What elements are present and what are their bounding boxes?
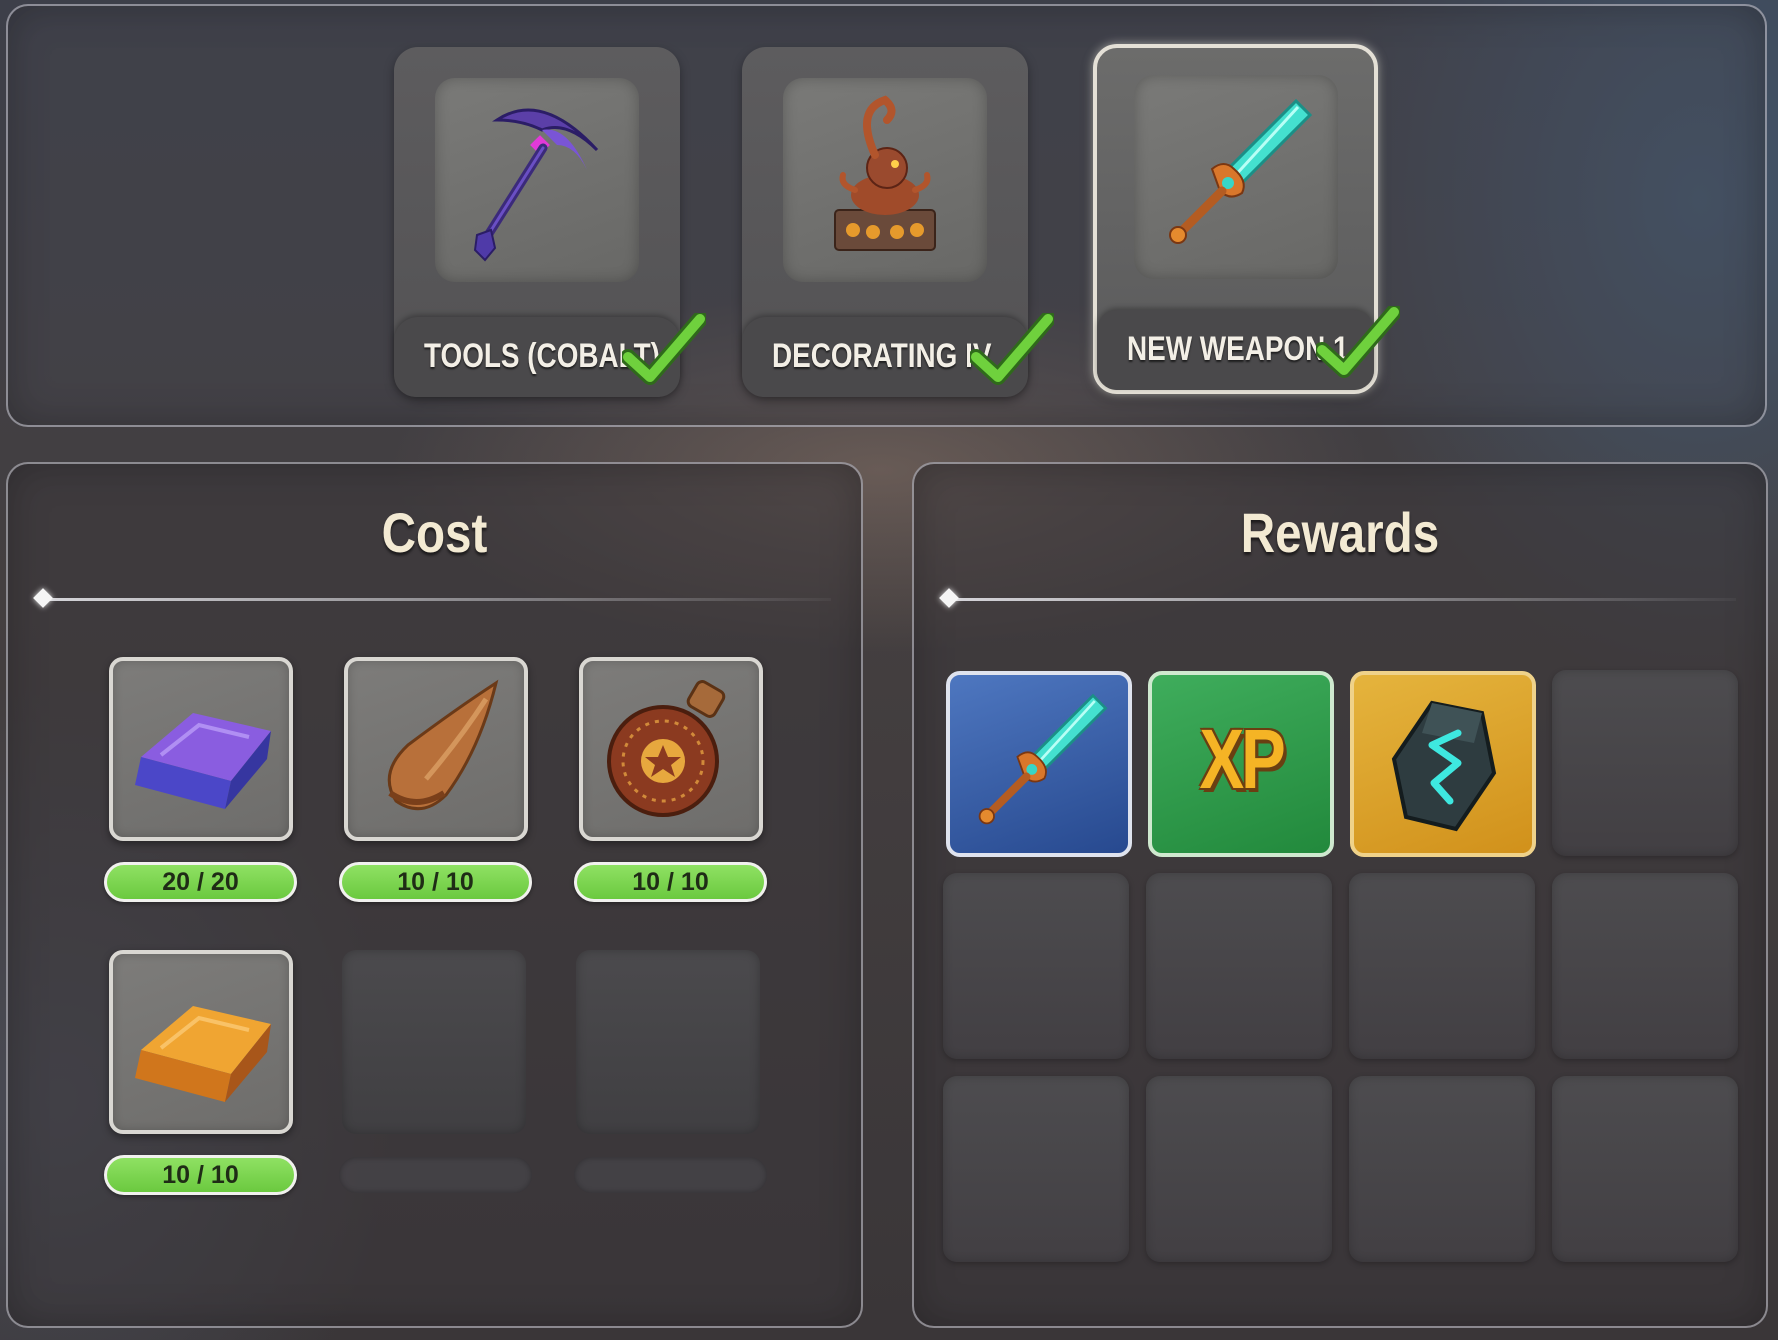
checkmark-icon <box>622 313 706 385</box>
diamond-icon <box>33 588 53 608</box>
recipe-icon-box <box>435 78 639 282</box>
recipe-card-decorating-iv[interactable]: DECORATING IV <box>742 47 1054 397</box>
recipe-selector-panel: TOOLS (COBALT) DECORATING IV NEW WEAPON … <box>6 4 1767 427</box>
cost-count: 10 / 10 <box>339 862 532 902</box>
recipe-card-new-weapon-1[interactable]: NEW WEAPON 1 <box>1093 44 1400 394</box>
cobalt-bar-icon <box>135 713 271 809</box>
checkmark-icon <box>970 313 1054 385</box>
reward-slot-empty <box>1552 670 1738 856</box>
reward-slot-empty <box>943 1076 1129 1262</box>
recipe-icon-box <box>1134 75 1338 279</box>
cost-slot-empty <box>342 950 526 1134</box>
section-divider <box>939 588 1736 608</box>
reward-slot-empty <box>1552 873 1738 1059</box>
reward-slot-empty <box>1349 873 1535 1059</box>
rewards-title: Rewards <box>1240 501 1440 564</box>
sword-icon <box>1169 98 1313 244</box>
checkmark-icon <box>1316 306 1400 378</box>
horn-icon <box>387 679 499 811</box>
diamond-icon <box>939 588 959 608</box>
scorpion-statue-icon <box>834 95 936 251</box>
cost-title: Cost <box>381 501 488 564</box>
xp-icon: XP <box>1199 712 1285 806</box>
cost-slot-copper-bar[interactable] <box>109 950 293 1134</box>
reward-slot-xp[interactable]: XP <box>1148 671 1334 857</box>
cost-slot-horn[interactable] <box>344 657 528 841</box>
reward-slot-empty <box>943 873 1129 1059</box>
recipe-label: DECORATING IV <box>772 337 992 375</box>
reward-slot-empty <box>1552 1076 1738 1262</box>
reward-slot-empty <box>1349 1076 1535 1262</box>
cost-slot-cobalt-bar[interactable] <box>109 657 293 841</box>
cost-count-empty <box>574 1157 767 1193</box>
sword-icon <box>978 693 1108 825</box>
rune-stone-icon <box>1391 700 1497 832</box>
cost-slot-potion[interactable] <box>579 657 763 841</box>
rewards-panel: Rewards XP <box>912 462 1768 1328</box>
reward-slot-sword[interactable] <box>946 671 1132 857</box>
cost-count: 10 / 10 <box>574 862 767 902</box>
cost-slot-empty <box>576 950 760 1134</box>
section-divider <box>33 588 831 608</box>
reward-slot-rune-stone[interactable] <box>1350 671 1536 857</box>
potion-icon <box>607 680 726 817</box>
cost-panel: Cost 20 / 20 10 / 10 10 / 10 10 / 10 <box>6 462 863 1328</box>
recipe-card-tools-cobalt[interactable]: TOOLS (COBALT) <box>394 47 706 397</box>
reward-slot-empty <box>1146 1076 1332 1262</box>
copper-bar-icon <box>135 1006 271 1102</box>
cost-count: 20 / 20 <box>104 862 297 902</box>
pickaxe-icon <box>473 108 599 262</box>
cost-count-empty <box>339 1157 532 1193</box>
cost-count: 10 / 10 <box>104 1155 297 1195</box>
reward-slot-empty <box>1146 873 1332 1059</box>
recipe-icon-box <box>783 78 987 282</box>
